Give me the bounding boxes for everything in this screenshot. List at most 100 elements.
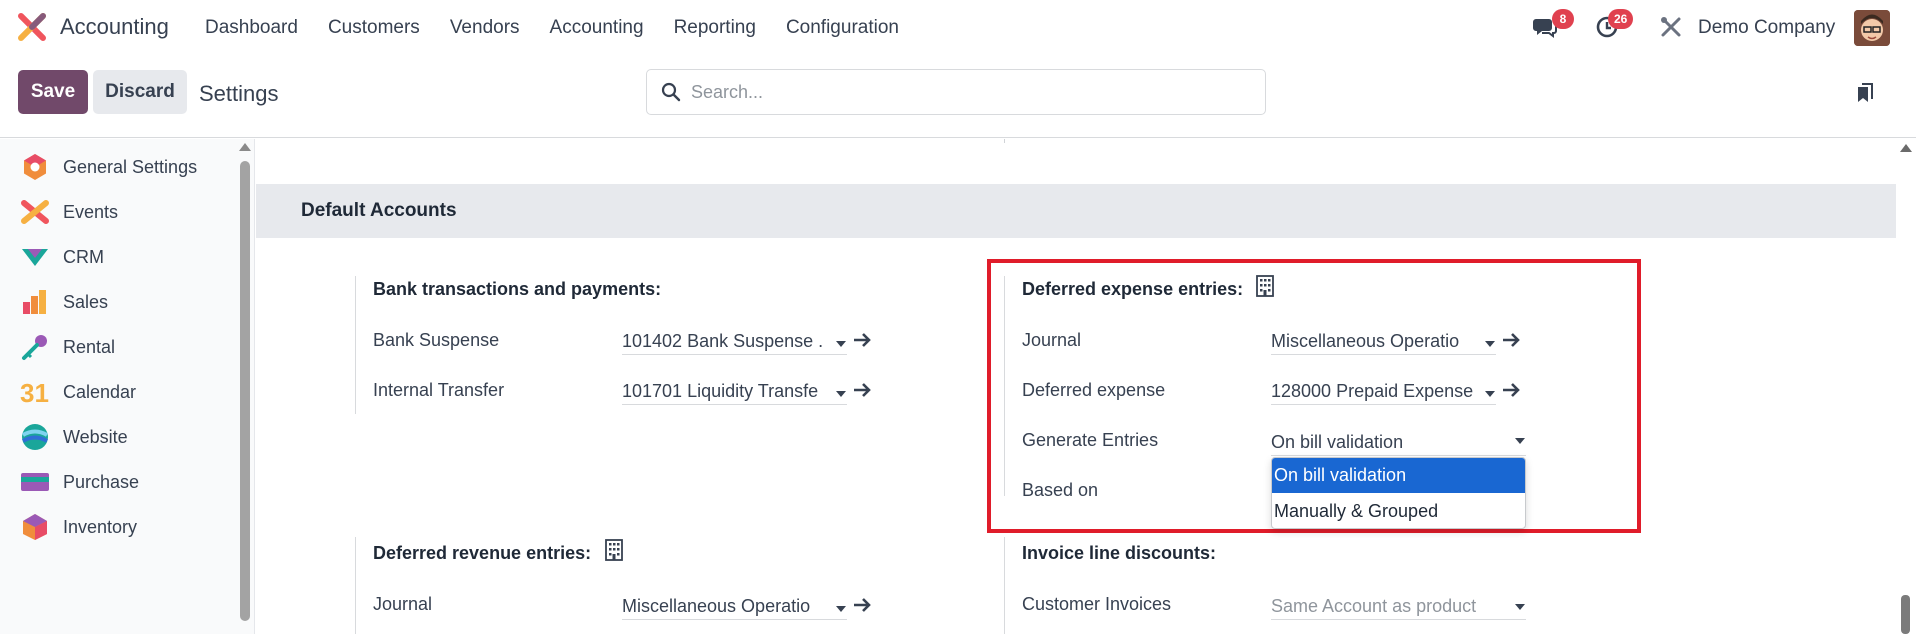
discard-button[interactable]: Discard — [93, 70, 187, 114]
sidebar-item-general-settings[interactable]: General Settings — [0, 144, 240, 190]
sidebar-item-calendar[interactable]: 31 Calendar — [0, 369, 240, 415]
chevron-down-icon — [1485, 391, 1495, 397]
debug-tools-icon[interactable] — [1658, 14, 1684, 40]
sidebar-scrollbar[interactable] — [240, 161, 250, 621]
settings-content: Default Accounts Bank transactions and p… — [256, 139, 1916, 634]
internal-link-arrow-icon[interactable] — [853, 597, 871, 613]
company-building-icon — [605, 539, 623, 561]
revenue-journal-field[interactable]: Miscellaneous Operatio — [622, 592, 847, 620]
sidebar-item-label: Sales — [63, 291, 109, 312]
internal-link-arrow-icon[interactable] — [853, 332, 871, 348]
sidebar-item-label: Events — [63, 201, 119, 222]
top-navbar: Accounting Dashboard Customers Vendors A… — [0, 0, 1916, 54]
sidebar-item-label: Inventory — [63, 516, 138, 537]
menu-configuration[interactable]: Configuration — [786, 17, 899, 39]
bank-suspense-value: 101402 Bank Suspense . — [622, 331, 824, 351]
sidebar-item-crm[interactable]: CRM — [0, 234, 240, 280]
internal-link-arrow-icon[interactable] — [1502, 382, 1520, 398]
content-scroll-up-arrow[interactable] — [1900, 144, 1912, 152]
internal-link-arrow-icon[interactable] — [1502, 332, 1520, 348]
deferred-revenue-block — [355, 537, 356, 634]
internal-link-arrow-icon[interactable] — [853, 382, 871, 398]
sidebar-item-label: Rental — [63, 336, 116, 357]
customer-invoices-placeholder: Same Account as product — [1271, 596, 1477, 616]
search-panel-toggle-icon[interactable] — [1855, 81, 1875, 105]
bank-transactions-block — [355, 276, 356, 414]
internal-transfer-label: Internal Transfer — [373, 380, 505, 400]
menu-accounting[interactable]: Accounting — [550, 17, 644, 39]
revenue-journal-value: Miscellaneous Operatio — [622, 596, 811, 616]
company-switcher[interactable]: Demo Company — [1698, 17, 1835, 39]
sidebar-item-inventory[interactable]: Inventory — [0, 504, 240, 550]
chevron-down-icon — [836, 606, 846, 612]
settings-sidebar: General Settings Events CRM Sales Rental — [0, 139, 255, 634]
expense-journal-value: Miscellaneous Operatio — [1271, 331, 1460, 351]
customer-invoices-select[interactable]: Same Account as product — [1271, 592, 1526, 620]
menu-customers[interactable]: Customers — [328, 17, 420, 39]
generate-entries-value: On bill validation — [1271, 432, 1404, 452]
sidebar-item-label: Purchase — [63, 471, 140, 492]
sidebar-item-label: CRM — [63, 246, 104, 267]
save-button[interactable]: Save — [18, 70, 88, 114]
messages-badge: 8 — [1552, 9, 1574, 29]
dropdown-option-manually-grouped[interactable]: Manually & Grouped — [1272, 494, 1525, 528]
content-scrollbar[interactable] — [1901, 595, 1910, 634]
deferred-revenue-title: Deferred revenue entries: — [373, 543, 592, 563]
invoice-discounts-block — [1004, 537, 1005, 634]
chevron-down-icon — [836, 341, 846, 347]
deferred-expense-value: 128000 Prepaid Expense — [1271, 381, 1474, 401]
search-box — [646, 69, 1266, 115]
main-menu: Dashboard Customers Vendors Accounting R… — [205, 17, 929, 39]
expense-journal-field[interactable]: Miscellaneous Operatio — [1271, 327, 1496, 355]
generate-entries-dropdown: On bill validation Manually & Grouped — [1271, 457, 1526, 529]
crm-icon — [22, 249, 48, 266]
company-building-icon — [1256, 275, 1274, 297]
dropdown-option-on-bill-validation[interactable]: On bill validation — [1272, 458, 1525, 493]
menu-reporting[interactable]: Reporting — [674, 17, 756, 39]
chevron-down-icon — [1485, 341, 1495, 347]
internal-transfer-field[interactable]: 101701 Liquidity Transfe — [622, 377, 847, 405]
sidebar-item-purchase[interactable]: Purchase — [0, 459, 240, 505]
sidebar-item-rental[interactable]: Rental — [0, 324, 240, 370]
chevron-down-icon — [836, 391, 846, 397]
chevron-down-icon — [1515, 604, 1525, 610]
events-icon — [21, 200, 49, 224]
deferred-expense-field[interactable]: 128000 Prepaid Expense — [1271, 377, 1496, 405]
general-settings-icon — [24, 154, 46, 180]
menu-vendors[interactable]: Vendors — [450, 17, 520, 39]
search-input[interactable] — [691, 70, 1251, 114]
inventory-icon — [23, 514, 47, 540]
section-header: Default Accounts — [256, 184, 1896, 238]
calendar-icon: 31 — [20, 378, 49, 407]
bank-suspense-label: Bank Suspense — [373, 330, 500, 350]
breadcrumb: Settings — [199, 81, 279, 106]
sidebar-scroll-up-arrow[interactable] — [239, 143, 251, 151]
activities-badge: 26 — [1608, 9, 1634, 29]
deferred-expense-label: Deferred expense — [1022, 380, 1166, 400]
accounting-app-logo-icon[interactable] — [18, 13, 46, 41]
chevron-down-icon — [1515, 438, 1525, 444]
customer-invoices-label: Customer Invoices — [1022, 594, 1172, 614]
bank-suspense-field[interactable]: 101402 Bank Suspense . — [622, 327, 847, 355]
menu-dashboard[interactable]: Dashboard — [205, 17, 298, 39]
sidebar-item-website[interactable]: Website — [0, 414, 240, 460]
purchase-icon — [21, 473, 49, 491]
sales-icon — [23, 290, 46, 314]
sidebar-item-sales[interactable]: Sales — [0, 279, 240, 325]
revenue-journal-label: Journal — [373, 594, 433, 614]
user-avatar-image-icon — [1854, 10, 1890, 46]
app-name[interactable]: Accounting — [60, 14, 169, 40]
expense-journal-label: Journal — [1022, 330, 1082, 350]
sidebar-item-label: Calendar — [63, 381, 137, 402]
generate-entries-select[interactable]: On bill validation — [1271, 428, 1526, 456]
divider — [1004, 139, 1005, 143]
sidebar-item-events[interactable]: Events — [0, 189, 240, 235]
deferred-expense-block — [1004, 276, 1005, 496]
svg-text:31: 31 — [20, 378, 49, 407]
based-on-label: Based on — [1022, 480, 1099, 500]
section-title: Default Accounts — [301, 200, 457, 221]
deferred-expense-title: Deferred expense entries: — [1022, 279, 1244, 299]
sidebar-item-label: Website — [63, 426, 128, 447]
user-avatar[interactable] — [1854, 10, 1890, 46]
sidebar-item-label: General Settings — [63, 156, 198, 177]
